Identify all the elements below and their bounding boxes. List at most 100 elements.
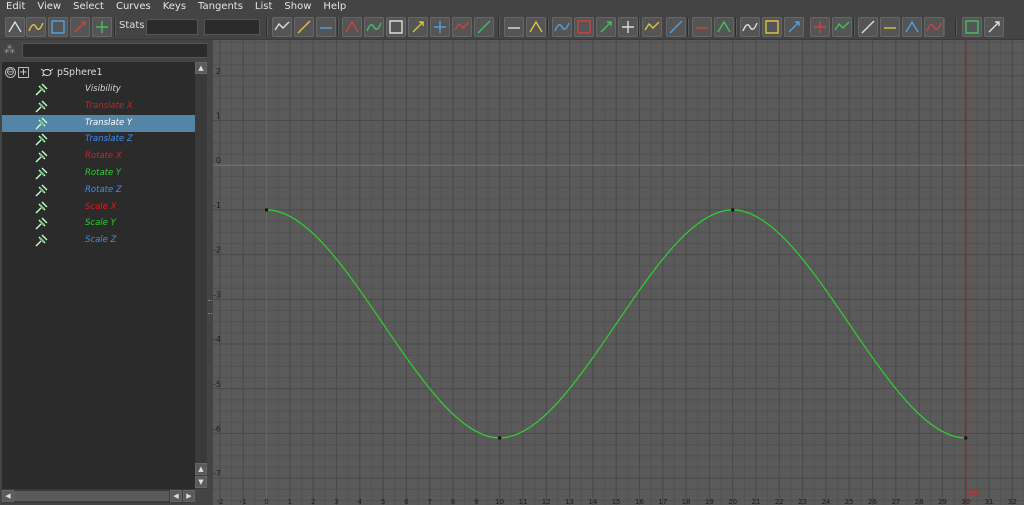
outliner-root-pSphere1[interactable]: ⊖ + pSphere1	[2, 64, 195, 81]
oscillate-icon[interactable]	[858, 17, 878, 37]
move-key-icon[interactable]	[5, 17, 25, 37]
y-tick-label: 2	[216, 67, 221, 76]
menu-help[interactable]: Help	[317, 0, 352, 14]
toolbar-separator	[337, 18, 339, 36]
channel-row-translate-y[interactable]: Translate Y	[2, 114, 195, 132]
x-tick-label: 31	[985, 498, 994, 505]
outliner-horizontal-scrollbar[interactable]: ◀ ◀ ▶	[2, 489, 195, 503]
constant-infinity-icon[interactable]	[902, 17, 922, 37]
channel-label: Translate Y	[85, 117, 133, 128]
menu-view[interactable]: View	[31, 0, 67, 14]
menu-select[interactable]: Select	[67, 0, 110, 14]
channel-row-visibility[interactable]: Visibility	[2, 81, 195, 98]
step-tangent-icon[interactable]	[452, 17, 472, 37]
denormalize-icon[interactable]	[740, 17, 760, 37]
x-tick-label: 21	[752, 498, 761, 505]
animation-curve-icon	[35, 150, 48, 163]
linear-tangent-icon[interactable]	[408, 17, 428, 37]
collapse-icon[interactable]: ⊖	[5, 67, 16, 78]
expand-icon[interactable]: +	[18, 67, 29, 78]
dope-sheet-icon[interactable]	[962, 17, 982, 37]
stats-value-field-2[interactable]	[204, 19, 260, 35]
scroll-right-icon[interactable]: ▶	[183, 490, 195, 502]
x-tick-label: 26	[868, 498, 877, 505]
frame-playback-range-icon[interactable]	[294, 17, 314, 37]
splitter-grip[interactable]	[208, 300, 212, 314]
keyframe-point[interactable]	[265, 208, 269, 212]
scroll-down-icon[interactable]: ▼	[195, 476, 207, 488]
channel-row-rotate-x[interactable]: Rotate X	[2, 148, 195, 165]
y-tick-label: 0	[216, 156, 221, 165]
scroll-left-icon[interactable]: ◀	[2, 490, 14, 502]
scrollbar-thumb[interactable]	[14, 491, 169, 501]
curve-editor-icon[interactable]	[924, 17, 944, 37]
x-tick-label: 14	[588, 498, 597, 505]
filter-icon[interactable]: ⁂	[4, 44, 16, 56]
post-infinity-icon[interactable]	[784, 17, 804, 37]
keyframe-point[interactable]	[498, 436, 502, 440]
channel-row-rotate-y[interactable]: Rotate Y	[2, 165, 195, 182]
plateau-tangent-icon[interactable]	[474, 17, 494, 37]
x-tick-label: 3	[334, 498, 338, 505]
channel-row-scale-x[interactable]: Scale X	[2, 199, 195, 216]
channel-label: Visibility	[85, 84, 121, 94]
menu-show[interactable]: Show	[278, 0, 317, 14]
menu-list[interactable]: List	[249, 0, 278, 14]
clamped-tangent-icon[interactable]	[386, 17, 406, 37]
outliner-search-input[interactable]	[22, 43, 208, 58]
retime-icon[interactable]	[92, 17, 112, 37]
menu-keys[interactable]: Keys	[157, 0, 192, 14]
linear-infinity-icon[interactable]	[880, 17, 900, 37]
flat-tangent-icon[interactable]	[430, 17, 450, 37]
menu-edit[interactable]: Edit	[0, 0, 31, 14]
x-tick-label: 5	[381, 498, 385, 505]
auto-tangent-icon[interactable]	[342, 17, 362, 37]
x-tick-label: 22	[775, 498, 784, 505]
scroll-up-icon[interactable]: ▲	[195, 62, 207, 74]
spline-tangent-icon[interactable]	[364, 17, 384, 37]
keyframe-point[interactable]	[731, 208, 735, 212]
auto-load-icon[interactable]	[666, 17, 686, 37]
channel-row-rotate-z[interactable]: Rotate Z	[2, 182, 195, 199]
frame-all-icon[interactable]	[272, 17, 292, 37]
buffer-curve-snapshot-icon[interactable]	[618, 17, 638, 37]
break-tangents-icon[interactable]	[504, 17, 524, 37]
normalize-icon[interactable]	[714, 17, 734, 37]
x-tick-label: 27	[891, 498, 900, 505]
insert-key-icon[interactable]	[26, 17, 46, 37]
scroll-up-icon[interactable]: ▲	[195, 463, 207, 475]
x-tick-label: 13	[565, 498, 574, 505]
animation-curve-icon	[35, 217, 48, 230]
center-current-time-icon[interactable]	[316, 17, 336, 37]
graph-view[interactable]: 2 1 0 -1 -2 -3 -4 -5 -6 -7 -2 -1 0 1 2 3 4 5 6 7 8 9 10 11 12 13 1…	[213, 40, 1024, 505]
weighted-tangents-icon[interactable]	[596, 17, 616, 37]
animation-curve-icon	[35, 234, 48, 247]
trax-editor-icon[interactable]	[984, 17, 1004, 37]
current-frame-label: 30	[969, 489, 978, 497]
channel-row-scale-z[interactable]: Scale Z	[2, 232, 195, 249]
unify-tangents-icon[interactable]	[526, 17, 546, 37]
x-tick-label: 23	[798, 498, 807, 505]
cycle-icon[interactable]	[810, 17, 830, 37]
channel-row-translate-x[interactable]: Translate X	[2, 98, 195, 115]
cycle-offset-icon[interactable]	[832, 17, 852, 37]
menu-curves[interactable]: Curves	[110, 0, 157, 14]
free-tangent-weight-icon[interactable]	[552, 17, 572, 37]
outliner-vertical-scrollbar[interactable]: ▲ ▲ ▼	[195, 62, 207, 489]
load-selected-icon[interactable]	[692, 17, 712, 37]
region-scale-icon[interactable]	[70, 17, 90, 37]
scroll-left-icon[interactable]: ◀	[170, 490, 182, 502]
menu-tangents[interactable]: Tangents	[192, 0, 249, 14]
channel-label: Scale Y	[85, 218, 116, 229]
swap-buffer-curve-icon[interactable]	[642, 17, 662, 37]
transform-node-icon	[40, 68, 54, 77]
pre-infinity-icon[interactable]	[762, 17, 782, 37]
stats-value-field[interactable]	[146, 19, 198, 35]
lattice-deform-icon[interactable]	[48, 17, 68, 37]
keyframe-point[interactable]	[964, 436, 968, 440]
x-tick-label: 32	[1008, 498, 1017, 505]
channel-row-scale-y[interactable]: Scale Y	[2, 215, 195, 232]
lock-tangent-weight-icon[interactable]	[574, 17, 594, 37]
channel-row-translate-z[interactable]: Translate Z	[2, 131, 195, 148]
channel-label: Rotate X	[85, 151, 122, 162]
